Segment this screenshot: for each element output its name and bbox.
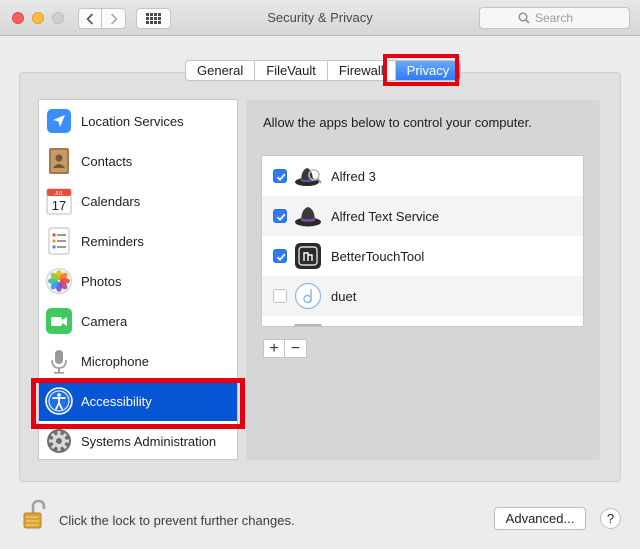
sidebar-item-microphone[interactable]: Microphone [39, 341, 237, 381]
bettertouchtool-checkbox[interactable] [273, 249, 287, 263]
contacts-book-icon [45, 146, 73, 176]
location-arrow-icon [45, 106, 73, 136]
sidebar-item-label: Reminders [81, 234, 144, 249]
calendar-day-text: 17 [52, 198, 66, 213]
microphone-icon [45, 346, 73, 376]
accessibility-highlight [31, 378, 245, 429]
alfred-text-service-checkbox[interactable] [273, 209, 287, 223]
app-name: Alfred 3 [331, 169, 376, 184]
app-name: BetterTouchTool [331, 249, 425, 264]
checkmark-icon [276, 173, 286, 182]
sidebar-item-label: Microphone [81, 354, 149, 369]
alfred-hat-icon [294, 162, 322, 190]
gear-icon [45, 426, 73, 456]
remove-app-button[interactable]: − [285, 340, 306, 357]
bettertouchtool-icon [294, 242, 322, 270]
add-app-button[interactable]: + [264, 340, 285, 357]
app-row-duet[interactable]: duet [262, 276, 583, 316]
app-row-alfred-3[interactable]: Alfred 3 [262, 156, 583, 196]
app-row-alfred-text-service[interactable]: Alfred Text Service [262, 196, 583, 236]
sidebar-item-label: Photos [81, 274, 122, 289]
sidebar-item-photos[interactable]: Photos [39, 261, 237, 301]
search-icon [518, 12, 530, 24]
search-field[interactable] [479, 7, 630, 29]
sidebar-item-camera[interactable]: Camera [39, 301, 237, 341]
add-remove-control: + − [263, 339, 307, 358]
app-name: duet [331, 289, 357, 304]
alfred-3-checkbox[interactable] [273, 169, 287, 183]
lock-icon[interactable] [22, 499, 46, 531]
sidebar-item-location-services[interactable]: Location Services [39, 101, 237, 141]
search-input[interactable] [535, 11, 591, 25]
photos-flower-icon [45, 266, 73, 296]
instruction-text: Allow the apps below to control your com… [263, 115, 532, 130]
reminders-list-icon [45, 226, 73, 256]
tab-general[interactable]: General [186, 61, 256, 80]
sidebar-item-label: Location Services [81, 114, 184, 129]
sidebar-item-label: Systems Administration [81, 434, 217, 449]
advanced-button[interactable]: Advanced... [494, 507, 586, 530]
partial-app-icon [294, 324, 322, 326]
sidebar-item-label: Contacts [81, 154, 133, 169]
app-row-bettertouchtool[interactable]: BetterTouchTool [262, 236, 583, 276]
sidebar-item-label: Camera [81, 314, 128, 329]
duet-icon [294, 282, 322, 310]
calendar-month-text: JUL [55, 191, 64, 197]
sidebar-item-contacts[interactable]: Contacts [39, 141, 237, 181]
title-bar: Security & Privacy [0, 0, 640, 36]
privacy-tab-highlight [383, 54, 459, 86]
checkmark-icon [276, 253, 286, 262]
app-list[interactable]: Alfred 3 Alfred Text Service BetterTouch… [261, 155, 584, 327]
calendar-icon: JUL 17 [45, 186, 73, 216]
lock-status-text: Click the lock to prevent further change… [59, 513, 295, 528]
alfred-text-hat-icon [294, 202, 322, 230]
sidebar-item-reminders[interactable]: Reminders [39, 221, 237, 261]
camera-icon [45, 306, 73, 336]
app-name: Alfred Text Service [331, 209, 440, 224]
sidebar-item-label: Calendars [81, 194, 141, 209]
help-button[interactable]: ? [600, 508, 621, 529]
duet-checkbox[interactable] [273, 289, 287, 303]
tab-filevault[interactable]: FileVault [255, 61, 328, 80]
sidebar-item-calendars[interactable]: JUL 17 Calendars [39, 181, 237, 221]
checkmark-icon [276, 213, 286, 222]
